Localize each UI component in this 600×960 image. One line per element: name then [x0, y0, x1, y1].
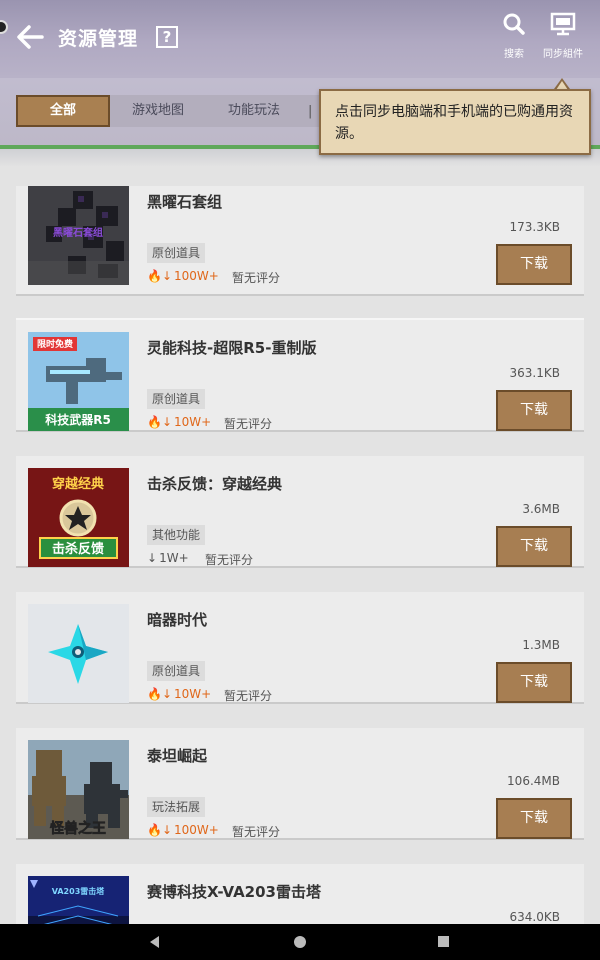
resource-card[interactable]: 穿越经典 击杀反馈 击杀反馈：穿越经典 其他功能 ↓ 1W+ 暂无评分 3.6M… [16, 456, 584, 568]
download-button[interactable]: 下载 [496, 662, 572, 703]
camera-dot [0, 20, 8, 34]
back-arrow-icon[interactable] [14, 22, 46, 52]
tab-separator: | [308, 103, 313, 119]
rating: 暂无评分 [224, 417, 273, 431]
resource-card[interactable]: 限时免费 科技武器R5 灵能科技-超限R5-重制版 原创道具 🔥↓ 10W+ 暂… [16, 318, 584, 432]
fire-download-icon: 🔥↓ [147, 687, 172, 701]
resource-card[interactable]: 黑曜石套组 黑曜石套组 原创道具 🔥↓ 100W+ 暂无评分 173.3KB 下… [16, 186, 584, 296]
resource-name[interactable]: 暗器时代 [147, 609, 207, 630]
resource-thumbnail[interactable]: 黑曜石套组 [28, 186, 129, 285]
search-button[interactable]: 搜索 [498, 12, 530, 60]
resource-name[interactable]: 黑曜石套组 [147, 191, 222, 212]
nav-recents-icon[interactable] [438, 936, 449, 947]
download-button[interactable]: 下载 [496, 244, 572, 285]
resource-tag: 其他功能 [147, 525, 206, 545]
nav-home-icon[interactable] [294, 936, 306, 948]
thumbnail-text: 黑曜石套组 [53, 226, 103, 239]
thumbnail-text: 怪兽之王 [50, 820, 106, 837]
download-button[interactable]: 下载 [496, 526, 572, 567]
download-count: 🔥↓ 10W+ [147, 687, 212, 701]
tab-game-maps[interactable]: 游戏地图 [110, 95, 206, 127]
download-button[interactable]: 下载 [496, 390, 572, 431]
thumbnail-badge: 限时免费 [37, 338, 73, 350]
file-size: 1.3MB [522, 638, 560, 652]
sync-monitor-icon [550, 12, 576, 36]
sync-label: 同步組件 [543, 49, 583, 60]
download-count: ↓ 1W+ [147, 551, 189, 565]
fire-download-icon: 🔥↓ [147, 823, 172, 837]
rating: 暂无评分 [232, 271, 281, 285]
resource-list: 黑曜石套组 黑曜石套组 原创道具 🔥↓ 100W+ 暂无评分 173.3KB 下… [16, 186, 584, 960]
download-count: 🔥↓ 100W+ [147, 823, 219, 837]
file-size: 106.4MB [507, 774, 560, 788]
thumbnail-text: 击杀反馈 [52, 541, 104, 557]
resource-card[interactable]: 怪兽之王 泰坦崛起 玩法拓展 🔥↓ 100W+ 暂无评分 106.4MB 下载 [16, 728, 584, 840]
thumbnail-text: VA203雷击塔 [52, 886, 106, 896]
download-count: 🔥↓ 10W+ [147, 415, 212, 429]
resource-tag: 原创道具 [147, 661, 206, 681]
tab-features[interactable]: 功能玩法 [206, 95, 302, 127]
rating: 暂无评分 [205, 553, 254, 567]
top-header: 资源管理 ? 搜索 同步組件 [0, 0, 600, 78]
file-size: 363.1KB [509, 366, 560, 380]
download-count: 🔥↓ 100W+ [147, 269, 219, 283]
fire-download-icon: 🔥↓ [147, 269, 172, 283]
nav-back-icon[interactable] [150, 936, 159, 948]
sync-button[interactable]: 同步組件 [538, 12, 588, 60]
file-size: 173.3KB [509, 220, 560, 234]
file-size: 634.0KB [509, 910, 560, 924]
thumbnail-badge: 穿越经典 [52, 476, 104, 492]
page-title: 资源管理 [58, 28, 139, 50]
resource-thumbnail[interactable] [28, 604, 129, 703]
resource-thumbnail[interactable]: 穿越经典 击杀反馈 [28, 468, 129, 567]
resource-card[interactable]: 暗器时代 原创道具 🔥↓ 10W+ 暂无评分 1.3MB 下载 [16, 592, 584, 704]
resource-tag: 原创道具 [147, 243, 206, 263]
resource-tag: 玩法拓展 [147, 797, 206, 817]
search-label: 搜索 [504, 49, 524, 60]
download-button[interactable]: 下载 [496, 798, 572, 839]
resource-name[interactable]: 灵能科技-超限R5-重制版 [147, 337, 316, 358]
search-icon [503, 13, 525, 35]
fire-download-icon: 🔥↓ [147, 415, 172, 429]
resource-thumbnail[interactable]: 限时免费 科技武器R5 [28, 332, 129, 431]
file-size: 3.6MB [522, 502, 560, 516]
sync-tooltip[interactable]: 点击同步电脑端和手机端的已购通用资源。 [319, 89, 591, 155]
resource-tag: 原创道具 [147, 389, 206, 409]
thumbnail-text: 科技武器R5 [45, 412, 111, 427]
rating: 暂无评分 [232, 825, 281, 839]
resource-thumbnail[interactable]: 怪兽之王 [28, 740, 129, 839]
system-navbar [0, 924, 600, 960]
resource-name[interactable]: 泰坦崛起 [147, 745, 207, 766]
download-icon: ↓ [147, 551, 158, 565]
rating: 暂无评分 [224, 689, 273, 703]
help-icon[interactable]: ? [156, 26, 178, 48]
resource-name[interactable]: 赛博科技X-VA203雷击塔 [147, 881, 321, 902]
resource-name[interactable]: 击杀反馈：穿越经典 [147, 473, 282, 494]
tab-all[interactable]: 全部 [16, 95, 110, 127]
